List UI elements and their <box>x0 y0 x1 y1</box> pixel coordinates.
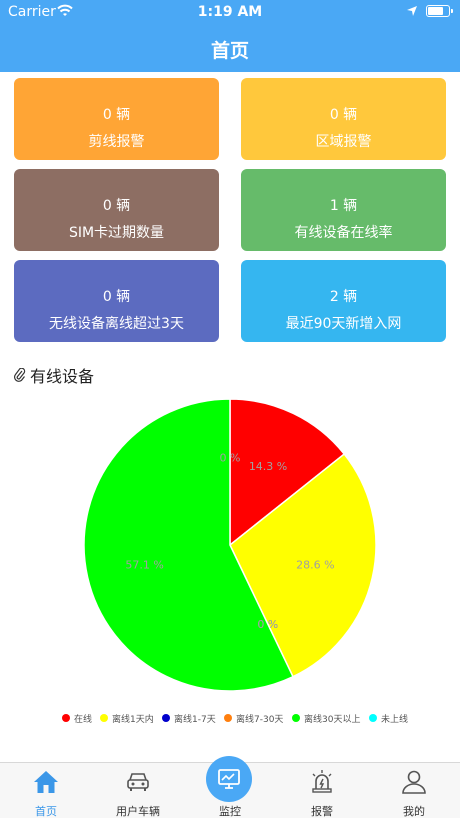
legend-label-3: 离线7-30天 <box>236 713 283 725</box>
card-label: 区域报警 <box>315 134 372 150</box>
tab-user-vehicles[interactable]: 用户车辆 <box>92 763 184 818</box>
tab-label: 我的 <box>403 805 425 818</box>
monitor-icon <box>218 769 240 789</box>
tab-label: 用户车辆 <box>116 805 160 818</box>
home-icon <box>34 771 58 793</box>
card-label: 无线设备离线超过3天 <box>49 316 184 332</box>
legend-swatch-3 <box>224 714 232 722</box>
legend-label-1: 离线1天内 <box>112 713 154 725</box>
card-value: 2 辆 <box>329 289 358 305</box>
legend-label-0: 在线 <box>74 713 92 725</box>
car-icon <box>127 773 149 791</box>
legend-swatch-5 <box>369 714 377 722</box>
card-label: 最近90天新增入网 <box>285 316 402 332</box>
battery-icon <box>426 5 453 17</box>
legend-item-5: 未上线 <box>369 713 408 725</box>
pie-label-5: 0 % <box>220 451 241 464</box>
legend-item-2: 离线1-7天 <box>162 713 216 725</box>
pie-chart: 14.3 %28.6 %0 %0 %57.1 %0 % <box>83 398 377 692</box>
legend-swatch-4 <box>292 714 300 722</box>
card-value: 0 辆 <box>102 198 131 214</box>
section-title-text: 有线设备 <box>30 367 95 386</box>
card-area-alarm[interactable]: 0 辆 区域报警 <box>241 78 446 160</box>
legend-label-2: 离线1-7天 <box>174 713 216 725</box>
card-wired-online-rate[interactable]: 1 辆 有线设备在线率 <box>241 169 446 251</box>
pie-label-4: 57.1 % <box>125 558 163 571</box>
monitor-button[interactable] <box>206 756 252 802</box>
pie-label-3: 0 % <box>257 618 278 631</box>
paperclip-icon <box>14 368 26 382</box>
legend-label-5: 未上线 <box>381 713 408 725</box>
user-icon <box>402 770 426 794</box>
card-value: 1 辆 <box>329 198 358 214</box>
tab-alarm[interactable]: 报警 <box>276 763 368 818</box>
legend-swatch-2 <box>162 714 170 722</box>
chart-legend: 在线 离线1天内 离线1-7天 离线7-30天 离线30天以上 未上线 <box>62 713 408 725</box>
legend-swatch-1 <box>100 714 108 722</box>
tab-label: 监控 <box>219 805 241 818</box>
status-bar: Carrier 1:19 AM <box>0 0 460 24</box>
legend-item-4: 离线30天以上 <box>292 713 360 725</box>
alarm-icon <box>312 770 332 793</box>
legend-item-1: 离线1天内 <box>100 713 154 725</box>
tab-home[interactable]: 首页 <box>0 763 92 818</box>
tab-label: 首页 <box>35 805 57 818</box>
location-arrow-icon <box>407 6 417 16</box>
page-title: 首页 <box>210 40 249 62</box>
card-wireless-offline[interactable]: 0 辆 无线设备离线超过3天 <box>14 260 219 342</box>
card-label: SIM卡过期数量 <box>68 225 165 241</box>
tab-label: 报警 <box>311 805 333 818</box>
header-bar: Carrier 1:19 AM 首页 <box>0 0 460 72</box>
card-label: 有线设备在线率 <box>294 225 393 241</box>
card-new-network[interactable]: 2 辆 最近90天新增入网 <box>241 260 446 342</box>
legend-item-0: 在线 <box>62 713 92 725</box>
card-value: 0 辆 <box>102 107 131 123</box>
card-value: 0 辆 <box>102 289 131 305</box>
card-sim-expired[interactable]: 0 辆 SIM卡过期数量 <box>14 169 219 251</box>
pie-label-1: 28.6 % <box>296 559 334 572</box>
legend-label-4: 离线30天以上 <box>304 713 360 725</box>
section-title: 有线设备 <box>14 363 94 387</box>
card-value: 0 辆 <box>329 107 358 123</box>
pie-label-0: 14.3 % <box>249 460 287 473</box>
card-label: 剪线报警 <box>88 134 145 150</box>
tab-mine[interactable]: 我的 <box>368 763 460 818</box>
clock: 1:19 AM <box>197 4 263 20</box>
card-cut-wire-alarm[interactable]: 0 辆 剪线报警 <box>14 78 219 160</box>
legend-swatch-0 <box>62 714 70 722</box>
legend-item-3: 离线7-30天 <box>224 713 283 725</box>
